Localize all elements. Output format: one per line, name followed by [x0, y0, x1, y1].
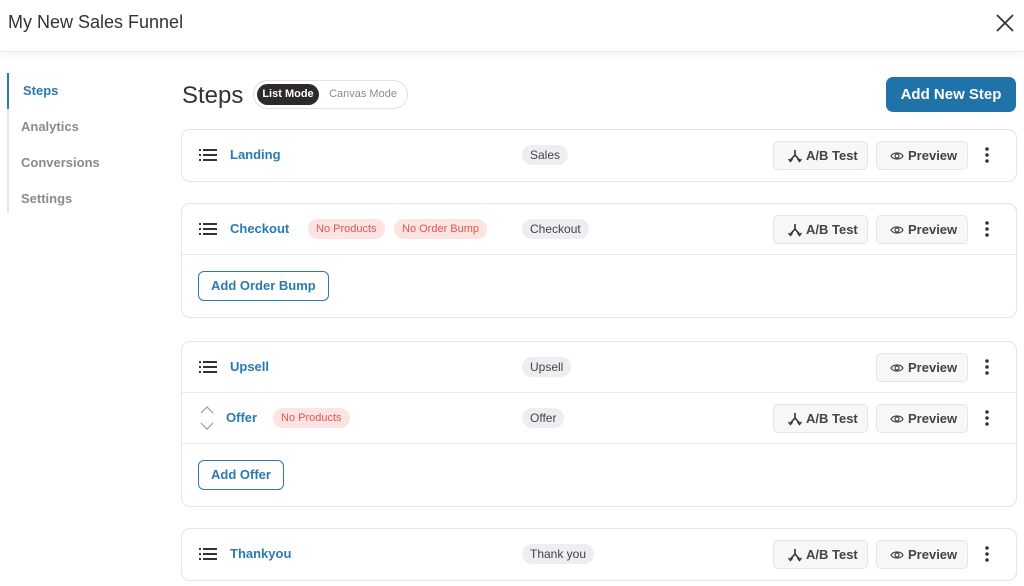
preview-button[interactable]: Preview	[876, 404, 968, 433]
ab-test-button[interactable]: A/B Test	[773, 215, 868, 244]
step-card-thankyou: Thankyou Thank you A/B Test Preview	[181, 528, 1017, 581]
add-offer-button[interactable]: Add Offer	[198, 460, 284, 490]
step-card-upsell: Upsell Upsell Preview Offer No Products …	[181, 341, 1017, 507]
step-name-link[interactable]: Thankyou	[230, 546, 291, 561]
preview-button[interactable]: Preview	[876, 540, 968, 569]
preview-label: Preview	[908, 148, 958, 163]
ab-split-icon	[788, 150, 802, 163]
warning-badge: No Products	[273, 408, 350, 428]
preview-label: Preview	[908, 222, 958, 237]
step-row: Upsell Upsell Preview	[182, 342, 1016, 393]
step-card-checkout: Checkout No Products No Order Bump Check…	[181, 203, 1017, 318]
ab-split-icon	[788, 549, 802, 562]
step-name-link[interactable]: Landing	[230, 147, 281, 162]
offer-row: Offer No Products Offer A/B Test Preview	[182, 393, 1016, 444]
more-options-icon[interactable]	[980, 544, 994, 564]
eye-icon	[890, 364, 904, 372]
step-row: Landing Sales A/B Test Preview	[182, 130, 1016, 181]
modal-header: My New Sales Funnel	[0, 0, 1024, 52]
funnel-title: My New Sales Funnel	[8, 12, 184, 32]
step-name-link[interactable]: Upsell	[230, 359, 269, 374]
step-name-link[interactable]: Checkout	[230, 221, 289, 236]
step-row: Checkout No Products No Order Bump Check…	[182, 204, 1016, 255]
preview-label: Preview	[908, 547, 958, 562]
drag-handle-icon[interactable]	[199, 147, 217, 163]
preview-button[interactable]: Preview	[876, 353, 968, 382]
reorder-arrows-icon[interactable]	[199, 405, 215, 431]
add-new-step-button[interactable]: Add New Step	[886, 77, 1016, 112]
close-icon[interactable]	[994, 12, 1016, 34]
ab-test-button[interactable]: A/B Test	[773, 540, 868, 569]
sidebar-item-steps[interactable]: Steps	[7, 73, 157, 109]
drag-handle-icon[interactable]	[199, 221, 217, 237]
eye-icon	[890, 226, 904, 234]
warning-badge: No Order Bump	[394, 219, 488, 239]
step-type-badge: Checkout	[522, 219, 589, 239]
more-options-icon[interactable]	[980, 408, 994, 428]
step-footer: Add Offer	[182, 444, 1016, 506]
ab-split-icon	[788, 224, 802, 237]
add-order-bump-button[interactable]: Add Order Bump	[198, 271, 329, 301]
preview-button[interactable]: Preview	[876, 141, 968, 170]
step-footer: Add Order Bump	[182, 255, 1016, 317]
page-title: Steps	[182, 82, 244, 109]
step-type-badge: Thank you	[522, 544, 595, 564]
warning-badge: No Products	[308, 219, 385, 239]
step-type-badge: Offer	[522, 408, 565, 428]
view-mode-toggle: List Mode Canvas Mode	[253, 80, 408, 109]
step-row: Thankyou Thank you A/B Test Preview	[182, 529, 1016, 580]
sidebar-item-settings[interactable]: Settings	[7, 181, 157, 217]
sidebar-item-conversions[interactable]: Conversions	[7, 145, 157, 181]
more-options-icon[interactable]	[980, 219, 994, 239]
more-options-icon[interactable]	[980, 357, 994, 377]
ab-test-label: A/B Test	[806, 222, 858, 237]
preview-label: Preview	[908, 360, 958, 375]
eye-icon	[890, 551, 904, 559]
preview-label: Preview	[908, 411, 958, 426]
step-type-badge: Sales	[522, 145, 569, 165]
canvas-mode-button[interactable]: Canvas Mode	[324, 84, 402, 105]
list-mode-button[interactable]: List Mode	[257, 84, 319, 105]
sidebar-nav: Steps Analytics Conversions Settings	[7, 73, 157, 213]
ab-test-label: A/B Test	[806, 547, 858, 562]
offer-name-link[interactable]: Offer	[226, 410, 257, 425]
ab-test-label: A/B Test	[806, 411, 858, 426]
more-options-icon[interactable]	[980, 145, 994, 165]
sidebar-item-analytics[interactable]: Analytics	[7, 109, 157, 145]
ab-test-label: A/B Test	[806, 148, 858, 163]
eye-icon	[890, 415, 904, 423]
eye-icon	[890, 152, 904, 160]
preview-button[interactable]: Preview	[876, 215, 968, 244]
ab-test-button[interactable]: A/B Test	[773, 404, 868, 433]
step-type-badge: Upsell	[522, 357, 572, 377]
drag-handle-icon[interactable]	[199, 359, 217, 375]
ab-split-icon	[788, 413, 802, 426]
ab-test-button[interactable]: A/B Test	[773, 141, 868, 170]
step-card-landing: Landing Sales A/B Test Preview	[181, 129, 1017, 182]
drag-handle-icon[interactable]	[199, 546, 217, 562]
